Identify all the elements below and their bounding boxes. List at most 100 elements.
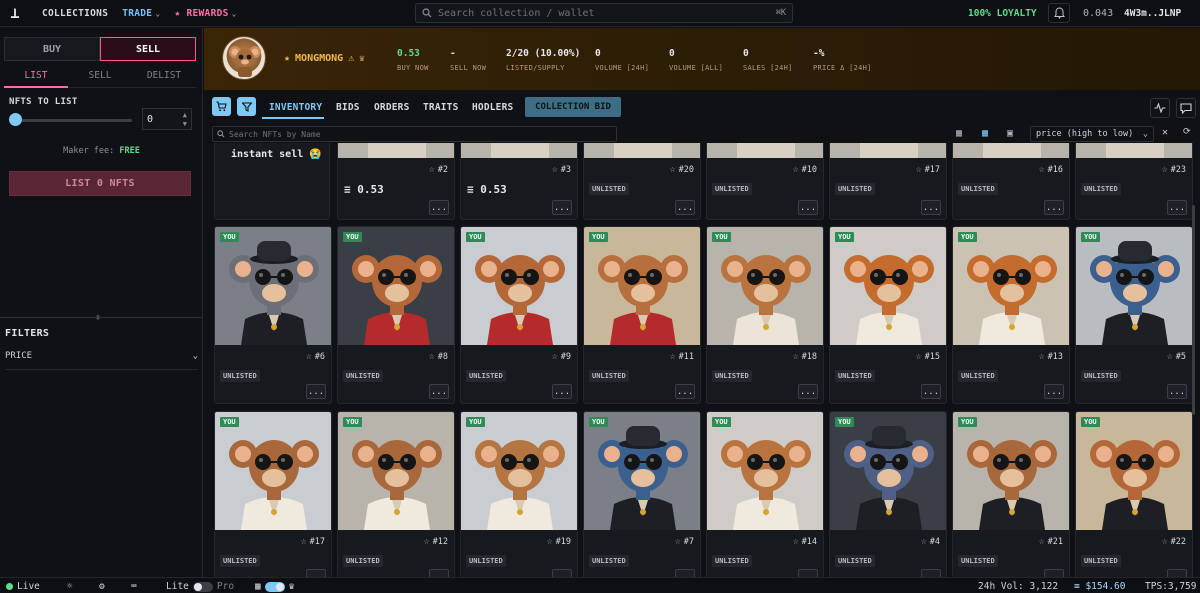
favorite-star-icon[interactable]: ☆	[793, 536, 799, 547]
nft-card[interactable]: ☆ #2 ≡ 0.53...	[337, 143, 455, 220]
collection-bid-button[interactable]: COLLECTION BID	[525, 97, 621, 117]
more-options-button[interactable]: ...	[429, 569, 449, 577]
nfts-slider-thumb[interactable]	[9, 113, 22, 126]
chevron-down-icon[interactable]: ▼	[183, 120, 187, 128]
nav-trade[interactable]: TRADE ⌄	[118, 8, 164, 19]
settings-button[interactable]: ⚙	[99, 581, 105, 592]
nft-image[interactable]	[953, 143, 1069, 158]
more-options-button[interactable]: ...	[921, 200, 941, 215]
nft-card[interactable]: YOU ☆ #15 UNLISTED...	[829, 226, 947, 404]
more-options-button[interactable]: ...	[1167, 569, 1187, 577]
app-logo[interactable]: ⊥	[2, 0, 28, 27]
lite-pro-switch[interactable]	[192, 581, 213, 592]
wallet-address-button[interactable]: 4W3m..JLNP	[1124, 8, 1181, 19]
nft-card[interactable]: YOU ☆ #9 UNLISTED...	[460, 226, 578, 404]
grid-medium-icon[interactable]: ▦	[982, 128, 988, 139]
favorite-star-icon[interactable]: ☆	[1162, 536, 1168, 547]
favorite-star-icon[interactable]: ☆	[1039, 536, 1045, 547]
nft-image[interactable]	[707, 143, 823, 158]
more-options-button[interactable]: ...	[552, 200, 572, 215]
quantity-input[interactable]: 0 ▲ ▼	[142, 108, 192, 130]
sell-toggle-button[interactable]: SELL	[100, 37, 196, 61]
nft-card[interactable]: YOU ☆ #18 UNLISTED...	[706, 226, 824, 404]
tab-traits[interactable]: TRAITS	[423, 102, 459, 113]
live-indicator[interactable]: Live	[6, 581, 40, 592]
nft-card[interactable]: YOU ☆ #8 UNLISTED...	[337, 226, 455, 404]
favorite-star-icon[interactable]: ☆	[424, 536, 430, 547]
tab-inventory[interactable]: INVENTORY	[269, 102, 322, 113]
more-options-button[interactable]: ...	[798, 200, 818, 215]
nav-rewards[interactable]: ★ REWARDS ⌄	[170, 8, 240, 19]
nft-card[interactable]: YOU ☆ #12 UNLISTED...	[337, 411, 455, 577]
favorite-star-icon[interactable]: ☆	[916, 351, 922, 362]
filter-price[interactable]: PRICE ⌄	[5, 351, 198, 370]
subtab-list[interactable]: LIST	[4, 70, 68, 88]
favorite-star-icon[interactable]: ☆	[1039, 164, 1045, 175]
buy-toggle-button[interactable]: BUY	[4, 37, 100, 61]
tab-bids[interactable]: BIDS	[336, 102, 360, 113]
nft-card[interactable]: ☆ #17 UNLISTED...	[829, 143, 947, 220]
favorite-star-icon[interactable]: ☆	[793, 351, 799, 362]
cart-button[interactable]	[212, 97, 231, 116]
activity-button[interactable]	[1150, 98, 1170, 118]
nft-image[interactable]	[461, 143, 577, 158]
more-options-button[interactable]: ...	[429, 200, 449, 215]
more-options-button[interactable]: ...	[675, 200, 695, 215]
favorite-star-icon[interactable]: ☆	[1162, 164, 1168, 175]
more-options-button[interactable]: ...	[1167, 200, 1187, 215]
nft-image[interactable]	[707, 412, 823, 530]
nft-image[interactable]	[338, 143, 454, 158]
nfts-slider-track[interactable]	[12, 119, 132, 122]
tab-hodlers[interactable]: HODLERS	[472, 102, 513, 113]
more-options-button[interactable]: ...	[306, 569, 326, 577]
sort-select[interactable]: price (high to low) ⌄	[1030, 126, 1154, 142]
more-options-button[interactable]: ...	[798, 569, 818, 577]
lite-pro-toggle[interactable]: Lite Pro	[166, 581, 234, 592]
nft-card[interactable]: YOU ☆ #14 UNLISTED...	[706, 411, 824, 577]
resize-handle-icon[interactable]: ⇳	[95, 312, 101, 323]
favorite-star-icon[interactable]: ☆	[675, 536, 681, 547]
favorite-star-icon[interactable]: ☆	[552, 351, 558, 362]
nft-card[interactable]: ☆ #23 UNLISTED...	[1075, 143, 1193, 220]
refresh-icon[interactable]: ⟳	[1183, 127, 1191, 137]
layout-switch[interactable]	[264, 581, 285, 592]
loyalty-badge[interactable]: 100% LOYALTY	[968, 8, 1037, 19]
nft-image[interactable]	[461, 412, 577, 530]
more-options-button[interactable]: ...	[1044, 569, 1064, 577]
nft-card[interactable]: ☆ #20 UNLISTED...	[583, 143, 701, 220]
more-options-button[interactable]: ...	[306, 384, 326, 399]
nft-card[interactable]: ☆ #10 UNLISTED...	[706, 143, 824, 220]
favorite-star-icon[interactable]: ☆	[306, 351, 312, 362]
favorite-star-icon[interactable]: ☆	[429, 164, 435, 175]
nft-image[interactable]	[215, 227, 331, 345]
favorite-star-icon[interactable]: ☆	[670, 164, 676, 175]
quantity-stepper[interactable]: ▲ ▼	[183, 111, 187, 129]
panel-divider[interactable]	[0, 317, 203, 321]
subtab-sell[interactable]: SELL	[68, 70, 132, 88]
more-options-button[interactable]: ...	[552, 384, 572, 399]
favorite-star-icon[interactable]: ☆	[547, 536, 553, 547]
favorite-star-icon[interactable]: ☆	[1039, 351, 1045, 362]
more-options-button[interactable]: ...	[675, 569, 695, 577]
nft-card[interactable]: YOU ☆ #6 UNLISTED...	[214, 226, 332, 404]
nft-card[interactable]: YOU ☆ #17 UNLISTED...	[214, 411, 332, 577]
more-options-button[interactable]: ...	[921, 384, 941, 399]
nft-card[interactable]: YOU ☆ #19 UNLISTED...	[460, 411, 578, 577]
favorite-star-icon[interactable]: ☆	[921, 536, 927, 547]
nft-image[interactable]	[1076, 227, 1192, 345]
theme-button[interactable]: ☼	[67, 581, 73, 592]
nft-card[interactable]: YOU ☆ #11 UNLISTED...	[583, 226, 701, 404]
nft-card[interactable]: YOU ☆ #5 UNLISTED...	[1075, 226, 1193, 404]
more-options-button[interactable]: ...	[429, 384, 449, 399]
favorite-star-icon[interactable]: ☆	[916, 164, 922, 175]
tab-orders[interactable]: ORDERS	[374, 102, 410, 113]
nft-card[interactable]: YOU ☆ #13 UNLISTED...	[952, 226, 1070, 404]
list-nfts-button[interactable]: LIST 0 NFTS	[9, 171, 191, 196]
nft-card[interactable]: YOU ☆ #22 UNLISTED...	[1075, 411, 1193, 577]
nft-image[interactable]	[338, 227, 454, 345]
nft-search-input[interactable]: Search NFTs by Name	[212, 126, 617, 142]
global-search-input[interactable]: Search collection / wallet ⌘K	[415, 3, 793, 23]
nft-image[interactable]	[1076, 412, 1192, 530]
notifications-button[interactable]	[1048, 3, 1070, 23]
nft-image[interactable]	[1076, 143, 1192, 158]
